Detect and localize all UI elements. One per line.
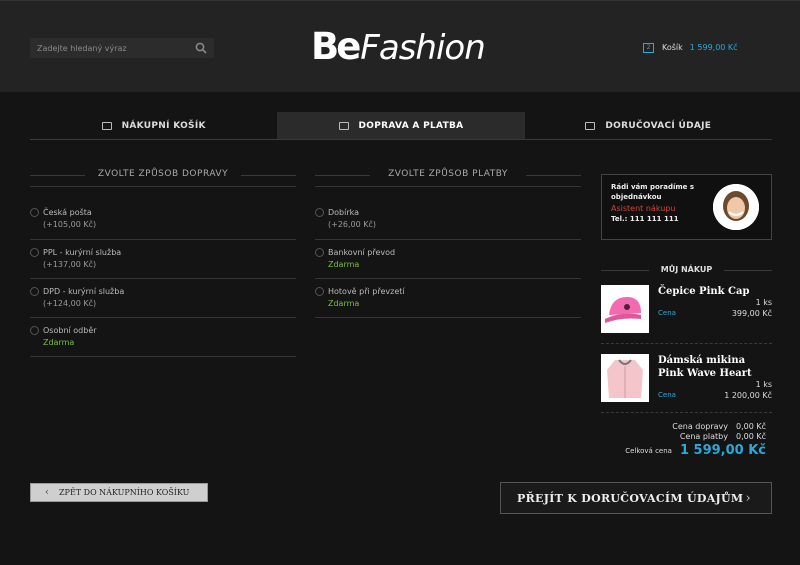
radio-button[interactable] <box>30 287 39 296</box>
option-price: Zdarma <box>43 338 75 347</box>
radio-button[interactable] <box>315 208 324 217</box>
radio-button[interactable] <box>30 208 39 217</box>
shipping-cost-row: Cena dopravy 0,00 Kč <box>672 422 766 431</box>
cart-icon <box>101 121 112 130</box>
payment-cost-label: Cena platby <box>679 432 728 441</box>
payment-title-text: ZVOLTE ZPŮSOB PLATBY <box>388 169 508 179</box>
total-label: Celková cena <box>625 446 672 455</box>
option-name: Hotově při převzetí <box>328 287 405 296</box>
option-name: PPL - kurýrní služba <box>43 248 122 257</box>
option-price: (+26,00 Kč) <box>328 220 377 229</box>
step-delivery-details[interactable]: DORUČOVACÍ ÚDAJE <box>525 112 772 139</box>
product-qty: 1 ks <box>755 380 772 389</box>
search-icon[interactable] <box>195 42 207 54</box>
my-purchase-title: MŮJ NÁKUP <box>601 265 772 274</box>
option-price: (+105,00 Kč) <box>43 220 97 229</box>
product-qty: 1 ks <box>755 298 772 307</box>
step-label: DORUČOVACÍ ÚDAJE <box>605 120 712 131</box>
cart-link[interactable]: 2 Košík 1 599,00 Kč <box>643 41 738 53</box>
option-name: Česká pošta <box>43 208 92 217</box>
shipping-cost-label: Cena dopravy <box>672 422 728 431</box>
back-to-cart-button[interactable]: ‹ ZPĚT DO NÁKUPNÍHO KOŠÍKU <box>30 483 208 502</box>
cart-count: 2 <box>643 43 654 53</box>
total-value: 1 599,00 Kč <box>679 443 766 458</box>
step-label: NÁKUPNÍ KOŠÍK <box>121 120 206 131</box>
divider <box>315 186 581 187</box>
assistant-phone: Tel.: 111 111 111 <box>611 215 679 223</box>
option-price: (+124,00 Kč) <box>43 299 97 308</box>
radio-button[interactable] <box>315 287 324 296</box>
divider <box>601 343 772 344</box>
search-input[interactable] <box>30 38 190 58</box>
site-header: Be Fashion 2 Košík 1 599,00 Kč <box>0 0 800 92</box>
logo[interactable]: Be Fashion <box>311 25 486 69</box>
step-label: DOPRAVA A PLATBA <box>358 120 464 131</box>
option-price: Zdarma <box>328 299 360 308</box>
product-name[interactable]: Čepice Pink Cap <box>658 285 768 298</box>
step-shipping-payment[interactable]: DOPRAVA A PLATBA <box>277 112 525 139</box>
product-image-pink-cap[interactable] <box>601 285 649 333</box>
shipping-cost-value: 0,00 Kč <box>736 422 766 431</box>
shipping-title-text: ZVOLTE ZPŮSOB DOPRAVY <box>97 169 229 179</box>
option-name: Dobírka <box>328 208 360 217</box>
assistant-box: Rádi vám poradíme s objednávkou Asistent… <box>601 174 772 240</box>
logo-be: Be <box>311 25 361 68</box>
divider <box>30 239 296 240</box>
radio-button[interactable] <box>315 248 324 257</box>
product-name[interactable]: Dámská mikina Pink Wave Heart <box>658 354 768 380</box>
shipping-title: ZVOLTE ZPŮSOB DOPRAVY <box>30 169 296 181</box>
option-name: Bankovní převod <box>328 248 396 257</box>
price-label: Cena <box>658 391 676 399</box>
option-price: Zdarma <box>328 260 360 269</box>
radio-button[interactable] <box>30 248 39 257</box>
logo-fashion: Fashion <box>360 28 485 68</box>
option-price: (+137,00 Kč) <box>43 260 97 269</box>
next-button-label: PŘEJÍT K DORUČOVACÍM ÚDAJŮM <box>517 491 744 505</box>
product-image-pink-hoodie[interactable] <box>601 354 649 402</box>
back-button-label: ZPĚT DO NÁKUPNÍHO KOŠÍKU <box>59 488 190 497</box>
payment-title: ZVOLTE ZPŮSOB PLATBY <box>315 169 581 181</box>
my-purchase-title-text: MŮJ NÁKUP <box>660 265 713 274</box>
continue-to-delivery-button[interactable]: PŘEJÍT K DORUČOVACÍM ÚDAJŮM › <box>500 482 772 514</box>
shopping-bag-icon: 2 <box>643 41 654 53</box>
divider <box>315 317 581 318</box>
truck-icon <box>338 121 349 130</box>
price-label: Cena <box>658 309 676 317</box>
cart-label: Košík <box>662 42 683 52</box>
checkout-steps: NÁKUPNÍ KOŠÍK DOPRAVA A PLATBA DORUČOVAC… <box>30 112 772 140</box>
assistant-role: Asistent nákupu <box>611 204 676 213</box>
product-price: 399,00 Kč <box>731 309 772 318</box>
divider <box>30 317 296 318</box>
assistant-text: Rádi vám poradíme s objednávkou <box>611 183 695 201</box>
payment-cost-value: 0,00 Kč <box>736 432 766 441</box>
divider <box>315 239 581 240</box>
address-icon <box>585 121 596 130</box>
cart-total: 1 599,00 Kč <box>689 42 738 52</box>
option-name: DPD - kurýrní služba <box>43 287 125 296</box>
divider <box>30 186 296 187</box>
total-row: Celková cena 1 599,00 Kč <box>625 443 766 458</box>
product-price: 1 200,00 Kč <box>724 391 772 400</box>
chevron-left-icon: ‹ <box>45 487 49 498</box>
radio-button[interactable] <box>30 326 39 335</box>
chevron-right-icon: › <box>745 491 751 506</box>
divider <box>601 412 772 413</box>
assistant-avatar <box>713 184 759 230</box>
search-box[interactable] <box>30 38 214 58</box>
step-cart[interactable]: NÁKUPNÍ KOŠÍK <box>30 112 277 139</box>
divider <box>30 278 296 279</box>
divider <box>315 278 581 279</box>
divider <box>30 356 296 357</box>
option-name: Osobní odběr <box>43 326 97 335</box>
payment-cost-row: Cena platby 0,00 Kč <box>680 432 766 441</box>
